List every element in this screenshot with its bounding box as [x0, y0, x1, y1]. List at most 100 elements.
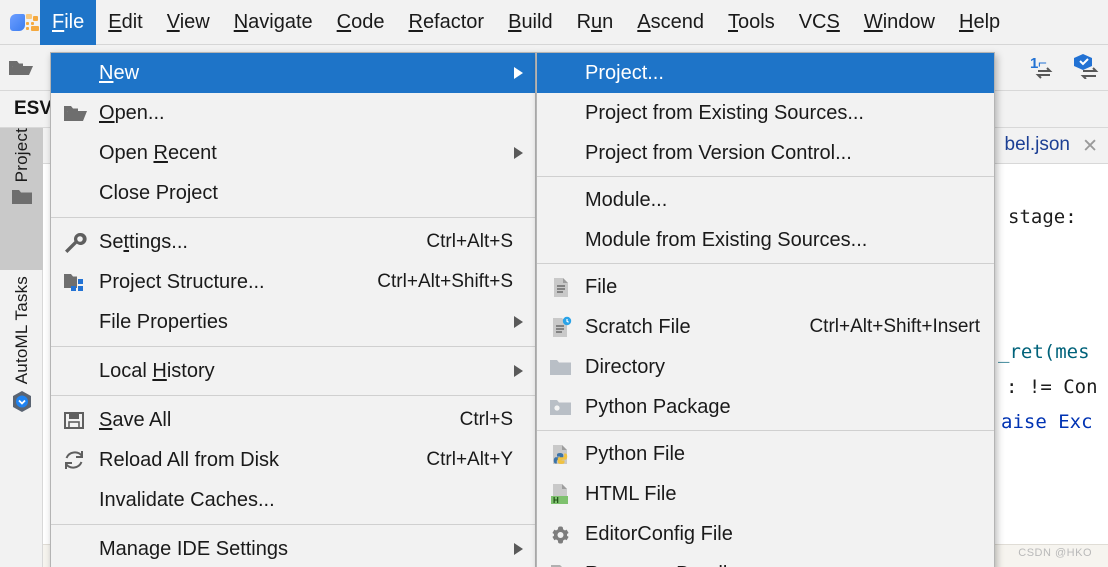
- menu-item-label: Module...: [585, 189, 667, 212]
- chevron-right-icon: [514, 67, 523, 79]
- menu-item-label: Reload All from Disk: [99, 449, 279, 472]
- menu-icon-placeholder: [537, 133, 585, 173]
- menu-item-label: Scratch File: [585, 316, 691, 339]
- menu-item-shortcut: Ctrl+Alt+Shift+Insert: [809, 316, 980, 338]
- menubar-item-label: Code: [337, 11, 385, 34]
- menu-icon-placeholder: [51, 351, 99, 391]
- menubar-item-vcs[interactable]: VCS: [787, 0, 852, 45]
- project-structure-icon: [51, 262, 99, 302]
- sidebar-item-automl-tasks[interactable]: AutoML Tasks: [0, 276, 43, 456]
- menu-item-label: Python Package: [585, 396, 731, 419]
- menu-separator: [51, 346, 535, 347]
- sync-up-icon[interactable]: 1 ⌐: [1030, 53, 1058, 84]
- menubar-item-window[interactable]: Window: [852, 0, 947, 45]
- file-menu-item-settings[interactable]: Settings...Ctrl+Alt+S: [51, 222, 535, 262]
- menubar-item-label: Build: [508, 11, 552, 34]
- new-submenu-item-project-from-existing-sources[interactable]: Project from Existing Sources...: [537, 93, 994, 133]
- new-submenu-item-python-package[interactable]: Python Package: [537, 387, 994, 427]
- close-icon[interactable]: ✕: [1082, 135, 1098, 158]
- menubar-item-edit[interactable]: Edit: [96, 0, 154, 45]
- menubar-item-navigate[interactable]: Navigate: [222, 0, 325, 45]
- new-submenu-item-scratch-file[interactable]: Scratch File Ctrl+Alt+Shift+Insert: [537, 307, 994, 347]
- python-file-icon: [537, 434, 585, 474]
- menubar-item-refactor[interactable]: Refactor: [396, 0, 496, 45]
- menu-item-label: Settings...: [99, 231, 188, 254]
- file-menu-item-local-history[interactable]: Local History: [51, 351, 535, 391]
- code-line: : != Con: [1006, 376, 1098, 398]
- editorconfig-file-icon: [537, 514, 585, 554]
- menubar-item-label: Run: [577, 11, 614, 34]
- menu-item-label: Directory: [585, 356, 665, 379]
- file-menu-item-file-properties[interactable]: File Properties: [51, 302, 535, 342]
- menu-item-label: Project from Version Control...: [585, 142, 852, 165]
- new-submenu-item-module-from-existing-sources[interactable]: Module from Existing Sources...: [537, 220, 994, 260]
- menu-item-label: File: [585, 276, 617, 299]
- new-submenu-item-file[interactable]: File: [537, 267, 994, 307]
- pycharm-logo-icon: [6, 7, 40, 37]
- menu-item-label: Open Recent: [99, 142, 217, 165]
- new-submenu-item-editorconfig-file[interactable]: EditorConfig File: [537, 514, 994, 554]
- sidebar-item-label: Project: [12, 128, 32, 182]
- menu-separator: [537, 430, 994, 431]
- new-submenu-item-resource-bundle[interactable]: Resource Bundle: [537, 554, 994, 567]
- menu-item-label: Save All: [99, 409, 171, 432]
- code-line: aise Exc: [1001, 411, 1093, 433]
- chevron-right-icon: [514, 543, 523, 555]
- menu-bar: File Edit View Navigate Code Refactor Build Run…: [0, 0, 1108, 45]
- left-tool-rail: Project AutoML Tasks: [0, 128, 43, 567]
- menubar-item-tools[interactable]: Tools: [716, 0, 787, 45]
- new-submenu-item-directory[interactable]: Directory: [537, 347, 994, 387]
- menubar-item-help[interactable]: Help: [947, 0, 1012, 45]
- menubar-item-label: File: [52, 11, 84, 34]
- menubar-item-label: View: [167, 11, 210, 34]
- file-menu-item-invalidate-caches[interactable]: Invalidate Caches...: [51, 480, 535, 520]
- new-submenu-item-module[interactable]: Module...: [537, 180, 994, 220]
- file-menu-item-new[interactable]: New: [51, 53, 535, 93]
- open-folder-icon[interactable]: [8, 58, 34, 77]
- file-menu-item-open[interactable]: Open...: [51, 93, 535, 133]
- menubar-item-view[interactable]: View: [155, 0, 222, 45]
- menubar-item-run[interactable]: Run: [565, 0, 626, 45]
- editor-tab[interactable]: bel.json: [1005, 134, 1071, 156]
- automl-icon: [10, 390, 34, 419]
- new-submenu-item-project[interactable]: Project...: [537, 53, 994, 93]
- file-menu-item-manage-ide-settings[interactable]: Manage IDE Settings: [51, 529, 535, 567]
- menubar-item-file[interactable]: File: [40, 0, 96, 45]
- menu-item-label: Close Project: [99, 182, 218, 205]
- menu-item-label: Project...: [585, 62, 664, 85]
- chevron-right-icon: [514, 147, 523, 159]
- menubar-item-ascend[interactable]: Ascend: [625, 0, 716, 45]
- menu-item-label: Project from Existing Sources...: [585, 102, 864, 125]
- menu-item-shortcut: Ctrl+S: [460, 409, 513, 431]
- new-submenu-popup[interactable]: Project... Project from Existing Sources.…: [536, 52, 995, 567]
- open-folder-icon: [51, 93, 99, 133]
- menu-item-label: HTML File: [585, 483, 676, 506]
- new-submenu-item-python-file[interactable]: Python File: [537, 434, 994, 474]
- file-menu-item-project-structure[interactable]: Project Structure...Ctrl+Alt+Shift+S: [51, 262, 535, 302]
- breadcrumb[interactable]: ESV: [14, 98, 52, 120]
- menu-item-label: EditorConfig File: [585, 523, 733, 546]
- wrench-icon: [51, 222, 99, 262]
- menu-separator: [51, 524, 535, 525]
- new-submenu-item-project-from-version-control[interactable]: Project from Version Control...: [537, 133, 994, 173]
- menubar-item-code[interactable]: Code: [325, 0, 397, 45]
- new-submenu-item-html-file[interactable]: HHTML File: [537, 474, 994, 514]
- sidebar-item-label: AutoML Tasks: [12, 276, 32, 384]
- menubar-item-label: Help: [959, 11, 1000, 34]
- menu-item-label: Manage IDE Settings: [99, 538, 288, 561]
- menu-icon-placeholder: [537, 180, 585, 220]
- sync-package-icon[interactable]: [1072, 53, 1102, 84]
- menubar-item-build[interactable]: Build: [496, 0, 564, 45]
- menu-separator: [51, 395, 535, 396]
- refresh-icon: [51, 440, 99, 480]
- file-menu-item-reload-all-from-disk[interactable]: Reload All from DiskCtrl+Alt+Y: [51, 440, 535, 480]
- menu-item-label: Project Structure...: [99, 271, 265, 294]
- toolbar-right-icons: 1 ⌐: [1030, 53, 1102, 84]
- menu-item-label: Local History: [99, 360, 215, 383]
- file-menu-item-open-recent[interactable]: Open Recent: [51, 133, 535, 173]
- file-menu-item-close-project[interactable]: Close Project: [51, 173, 535, 213]
- file-menu-popup[interactable]: NewOpen... Open Recent Close Project Settin…: [50, 52, 536, 567]
- file-menu-item-save-all[interactable]: Save All Ctrl+S: [51, 400, 535, 440]
- menu-item-label: Python File: [585, 443, 685, 466]
- sidebar-item-project[interactable]: Project: [0, 128, 43, 270]
